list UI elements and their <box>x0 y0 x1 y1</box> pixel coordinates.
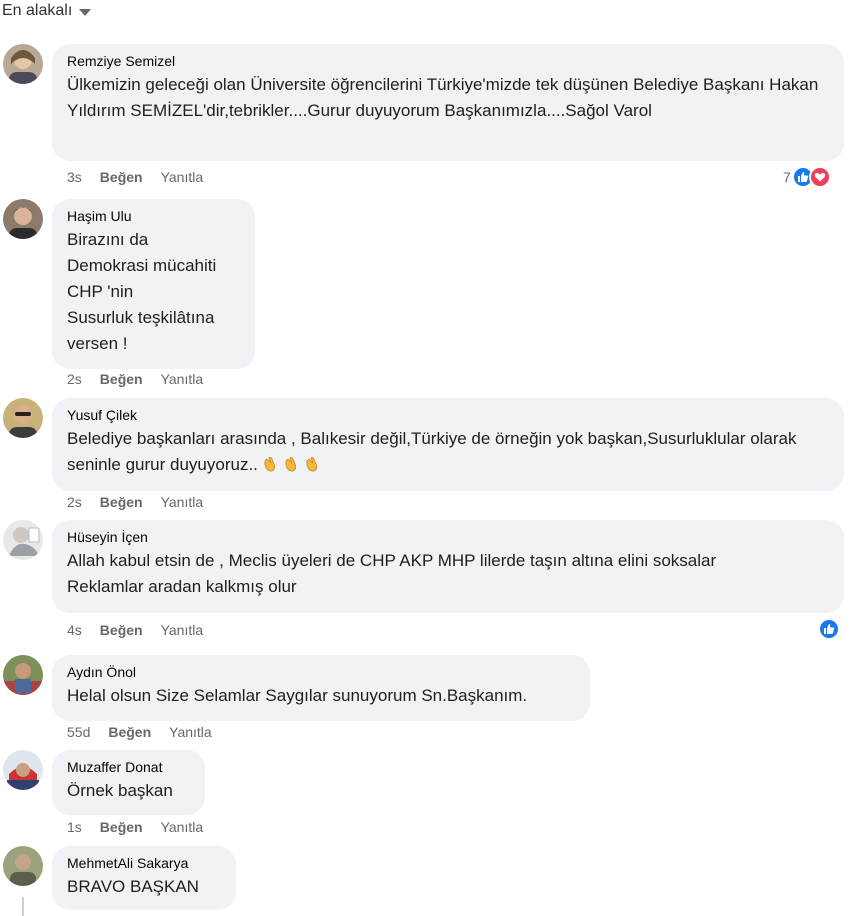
comment-text: Birazını da Demokrasi mücahiti CHP 'nin … <box>67 230 217 353</box>
reply-button[interactable]: Yanıtla <box>161 371 204 387</box>
reply-button[interactable]: Yanıtla <box>169 724 212 740</box>
avatar[interactable] <box>3 44 43 84</box>
comment-actions: 55d Beğen Yanıtla <box>67 724 212 740</box>
comment-bubble: Aydın Önol Helal olsun Size Selamlar Say… <box>52 655 590 721</box>
avatar[interactable] <box>3 520 43 560</box>
comment-text: Örnek başkan <box>67 781 173 800</box>
like-button[interactable]: Beğen <box>108 724 151 740</box>
comment-text: Helal olsun Size Selamlar Saygılar sunuy… <box>67 686 528 705</box>
comment-text-body: Belediye başkanları arasında , Balıkesir… <box>67 429 797 474</box>
comment-time[interactable]: 4s <box>67 622 82 638</box>
reply-button[interactable]: Yanıtla <box>161 169 204 185</box>
comment-time[interactable]: 1s <box>67 819 82 835</box>
comment-time[interactable]: 55d <box>67 724 90 740</box>
comment-text: Belediye başkanları arasında , Balıkesir… <box>67 426 829 478</box>
sort-label: En alakalı <box>2 2 73 19</box>
clapping-hands-icon <box>264 456 275 472</box>
chevron-down-icon <box>79 9 92 16</box>
clapping-hands-icon <box>285 456 296 472</box>
comment-actions: 2s Beğen Yanıtla <box>67 494 203 510</box>
avatar[interactable] <box>3 398 43 438</box>
comment-author[interactable]: Aydın Önol <box>67 664 575 680</box>
clapping-hands-icon <box>306 456 317 472</box>
reply-button[interactable]: Yanıtla <box>161 819 204 835</box>
comment-bubble: Remziye Semizel Ülkemizin geleceği olan … <box>52 44 844 161</box>
reply-button[interactable]: Yanıtla <box>161 622 204 638</box>
reply-button[interactable]: Yanıtla <box>161 494 204 510</box>
comment-author[interactable]: Hüseyin İçen <box>67 529 829 545</box>
comment-actions: 1s Beğen Yanıtla <box>67 819 203 835</box>
comment-actions: 2s Beğen Yanıtla <box>67 371 203 387</box>
comment-actions: 3s Beğen Yanıtla <box>67 169 203 185</box>
comment-bubble: MehmetAli Sakarya BRAVO BAŞKAN <box>52 846 236 910</box>
like-button[interactable]: Beğen <box>100 169 143 185</box>
comment-time[interactable]: 2s <box>67 371 82 387</box>
comment-time[interactable]: 2s <box>67 494 82 510</box>
comment-text: Allah kabul etsin de , Meclis üyeleri de… <box>67 551 717 596</box>
comment-actions: 4s Beğen Yanıtla <box>67 622 203 638</box>
avatar[interactable] <box>3 750 43 790</box>
sort-dropdown[interactable]: En alakalı <box>2 2 92 20</box>
like-button[interactable]: Beğen <box>100 371 143 387</box>
avatar[interactable] <box>3 199 43 239</box>
reaction-count: 7 <box>783 169 791 185</box>
comment-author[interactable]: MehmetAli Sakarya <box>67 855 221 871</box>
like-button[interactable]: Beğen <box>100 494 143 510</box>
comment-author[interactable]: Muzaffer Donat <box>67 759 190 775</box>
comment-bubble: Haşim Ulu Birazını da Demokrasi mücahiti… <box>52 199 255 369</box>
avatar[interactable] <box>3 655 43 695</box>
love-reaction-icon <box>808 166 831 188</box>
comment-author[interactable]: Haşim Ulu <box>67 208 240 224</box>
comment-time[interactable]: 3s <box>67 169 82 185</box>
comment-author[interactable]: Remziye Semizel <box>67 53 829 69</box>
comment-text: Ülkemizin geleceği olan Üniversite öğren… <box>67 75 819 120</box>
reaction-summary[interactable]: 7 <box>783 166 831 188</box>
comment-bubble: Muzaffer Donat Örnek başkan <box>52 750 205 815</box>
comment-bubble: Hüseyin İçen Allah kabul etsin de , Mecl… <box>52 520 844 613</box>
comment-bubble: Yusuf Çilek Belediye başkanları arasında… <box>52 398 844 491</box>
like-button[interactable]: Beğen <box>100 622 143 638</box>
like-reaction-icon <box>818 618 840 640</box>
avatar[interactable] <box>3 846 43 886</box>
reaction-summary[interactable] <box>818 618 840 640</box>
comment-author[interactable]: Yusuf Çilek <box>67 407 829 423</box>
like-button[interactable]: Beğen <box>100 819 143 835</box>
comment-text: BRAVO BAŞKAN <box>67 877 199 896</box>
thread-line <box>22 897 24 916</box>
